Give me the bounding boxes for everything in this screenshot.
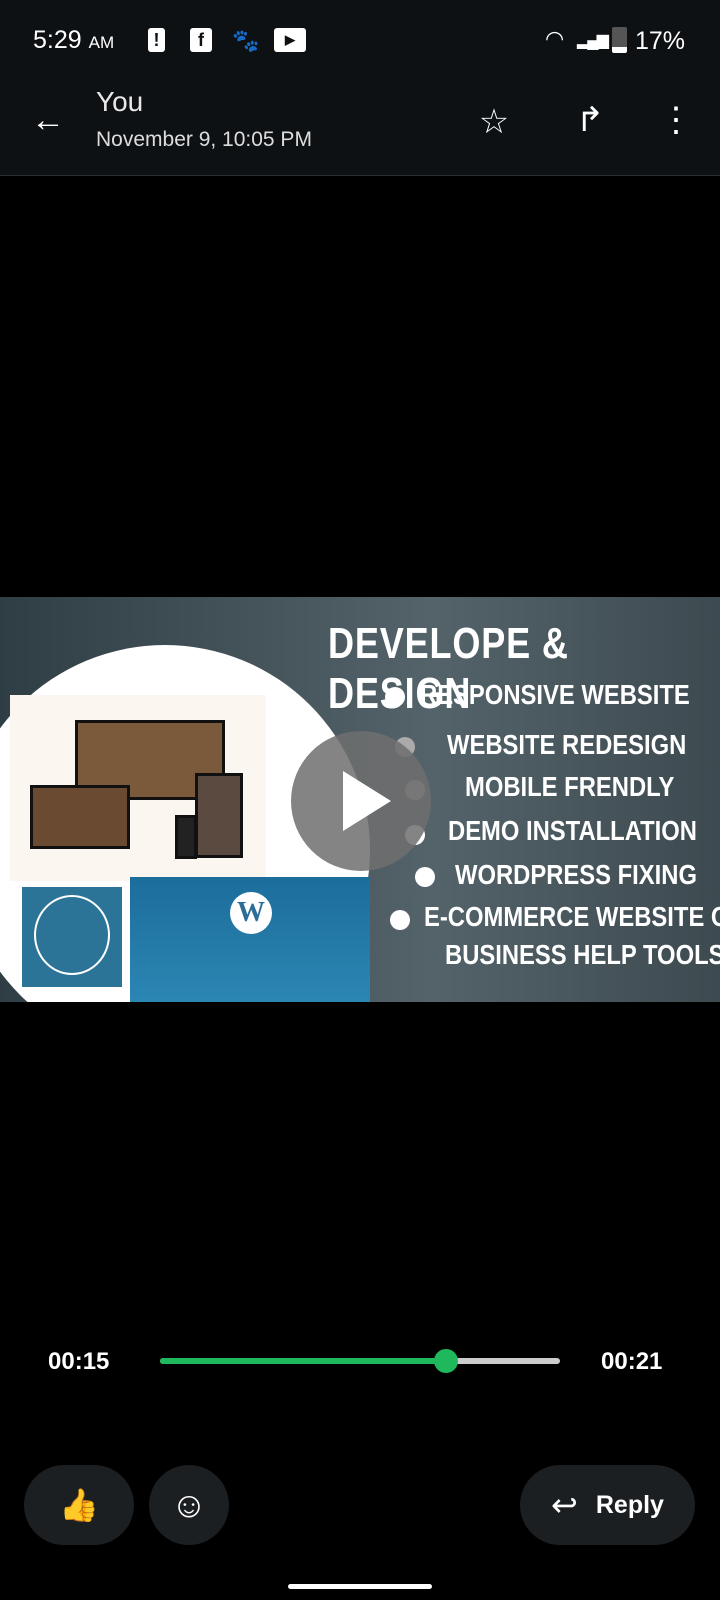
bullet-dot: [415, 867, 435, 887]
bullet-text: WORDPRESS FIXING: [455, 859, 697, 890]
message-date: November 9, 10:05 PM: [96, 128, 312, 151]
bullet-dot: [390, 910, 410, 930]
like-button[interactable]: 👍: [24, 1465, 134, 1545]
bullet-text: BUSINESS HELP TOOLS: [445, 939, 720, 970]
bullet-text: MOBILE FRENDLY: [465, 771, 675, 802]
bullet-text: DEMO INSTALLATION: [448, 815, 697, 846]
add-reaction-button[interactable]: ☺: [149, 1465, 229, 1545]
more-options-button[interactable]: ⋮: [652, 96, 700, 144]
status-bar: 5:29 AM ! f 🐾 ▶ ◠ ▂▄▆ 17%: [0, 0, 720, 80]
wordpress-logo: W: [230, 892, 272, 934]
clock-time: 5:29: [33, 26, 82, 54]
back-button[interactable]: ←: [24, 96, 72, 144]
cat-icon: 🐾: [232, 28, 260, 53]
wifi-icon: ◠: [545, 26, 565, 51]
signal-icon: ▂▄▆: [577, 32, 609, 49]
play-button[interactable]: [291, 731, 431, 871]
wordpress-plug-image: [22, 887, 122, 987]
arrow-left-icon: ←: [31, 101, 65, 139]
star-button[interactable]: ☆: [470, 98, 518, 146]
wordpress-themes-image: W: [130, 877, 370, 1002]
forward-icon: ↱: [575, 101, 605, 139]
bullet-text: WEBSITE REDESIGN: [447, 729, 687, 760]
sender-name: You: [96, 86, 144, 117]
seek-bar[interactable]: [160, 1349, 560, 1373]
battery-percent: 17%: [635, 27, 686, 55]
bullet-text: RESPONSIVE WEBSITE: [420, 679, 690, 710]
youtube-icon: ▶: [274, 28, 306, 52]
clock: 5:29 AM: [33, 26, 114, 55]
clock-ampm: AM: [88, 33, 115, 52]
bullet-dot: [385, 687, 405, 707]
elapsed-time: 00:15: [48, 1348, 110, 1375]
battery-icon: [612, 27, 627, 53]
facebook-icon: f: [190, 28, 212, 52]
home-indicator[interactable]: [288, 1584, 432, 1589]
responsive-devices-image: [10, 695, 266, 881]
reply-icon: ↩: [551, 1487, 578, 1523]
seek-bar-thumb[interactable]: [433, 1349, 458, 1373]
more-vertical-icon: ⋮: [659, 101, 693, 139]
video-player[interactable]: W DEVELOPE & DESIGN RESPONSIVE WEBSITE W…: [0, 597, 720, 1002]
seek-bar-progress: [160, 1358, 446, 1364]
bullet-text: E-COMMERCE WEBSITE ON: [424, 901, 720, 932]
emoji-add-icon: ☺: [170, 1484, 208, 1525]
forward-button[interactable]: ↱: [566, 96, 614, 144]
reply-button[interactable]: ↩ Reply: [520, 1465, 695, 1545]
alert-icon: !: [148, 28, 165, 52]
star-icon: ☆: [478, 103, 510, 141]
thumbs-up-icon: 👍: [59, 1487, 99, 1523]
reply-label: Reply: [595, 1490, 664, 1519]
duration-time: 00:21: [601, 1348, 663, 1375]
